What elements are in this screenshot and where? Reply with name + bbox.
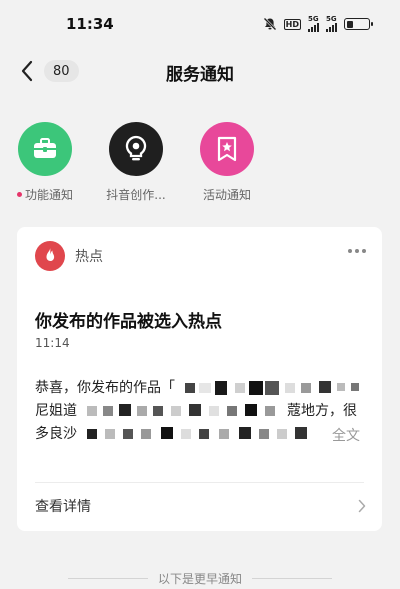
- body-line-text: 多良沙: [35, 426, 77, 442]
- category-activity-notice[interactable]: 活动通知: [182, 122, 272, 203]
- category-icon-circle: [18, 122, 72, 176]
- earlier-notifications-label: 以下是更早通知: [157, 572, 242, 586]
- battery-icon: [344, 18, 373, 30]
- body-line: 多良沙: [35, 423, 363, 446]
- category-label: 功能通知: [24, 188, 73, 202]
- nav-bar: 80 服务通知: [0, 48, 400, 94]
- notification-body: 恭喜，你发布的作品「 尼姐道 蔻地方，很 多良沙: [35, 377, 363, 449]
- notification-card[interactable]: 热点 你发布的作品被选入热点 11:14 恭喜，你发布的作品「 尼姐道 蔻地方，…: [17, 227, 382, 531]
- card-header: 热点: [35, 241, 103, 271]
- pixelated-redaction: [185, 377, 363, 400]
- more-options-icon[interactable]: [348, 249, 366, 253]
- status-time: 11:34: [66, 15, 114, 33]
- signal-5g-icon: 5G: [308, 16, 319, 32]
- card-source-label: 热点: [75, 249, 103, 265]
- divider: [35, 482, 364, 483]
- creator-bulb-icon: [125, 135, 147, 161]
- category-icon-circle: [109, 122, 163, 176]
- divider: [67, 578, 148, 579]
- category-label: 活动通知: [202, 188, 251, 202]
- category-icon-circle: [200, 122, 254, 176]
- chevron-right-icon: [358, 499, 366, 513]
- view-details-label: 查看详情: [35, 499, 91, 515]
- body-line-tail: 蔻地方，很: [287, 403, 357, 419]
- category-creator[interactable]: 抖音创作...: [91, 122, 181, 203]
- view-details-row[interactable]: 查看详情: [35, 491, 366, 521]
- status-bar: 11:34 HD 5G 5G: [0, 0, 400, 48]
- category-row: 功能通知 抖音创作... 活动通知: [0, 122, 400, 204]
- hd-voice-icon: HD: [283, 18, 301, 30]
- notification-time: 11:14: [35, 336, 70, 350]
- pixelated-redaction: [87, 400, 287, 423]
- notification-title: 你发布的作品被选入热点: [35, 312, 222, 332]
- read-full-text-link[interactable]: 全文: [328, 425, 360, 445]
- signal-5g-icon: 5G: [326, 16, 337, 32]
- body-line-text: 恭喜，你发布的作品「: [35, 380, 175, 396]
- body-line-text: 尼姐道: [35, 403, 77, 419]
- divider: [252, 578, 332, 579]
- category-label: 抖音创作...: [106, 188, 166, 202]
- unread-dot: [16, 192, 22, 197]
- mute-bell-icon: [263, 17, 277, 31]
- body-line: 尼姐道 蔻地方，很: [35, 400, 363, 423]
- flame-icon: [35, 241, 65, 271]
- signal-5g-label: 5G: [326, 15, 337, 23]
- battery-fill: [346, 20, 353, 28]
- category-function-notice[interactable]: 功能通知: [0, 122, 90, 203]
- signal-5g-label: 5G: [308, 15, 319, 23]
- pixelated-redaction: [87, 423, 327, 446]
- body-line: 恭喜，你发布的作品「: [35, 377, 363, 400]
- earlier-notifications-divider: 以下是更早通知: [0, 570, 400, 587]
- briefcase-icon: [34, 138, 56, 158]
- bookmark-star-icon: [217, 136, 237, 162]
- status-icons: HD 5G 5G: [263, 16, 373, 32]
- page-title: 服务通知: [166, 65, 234, 85]
